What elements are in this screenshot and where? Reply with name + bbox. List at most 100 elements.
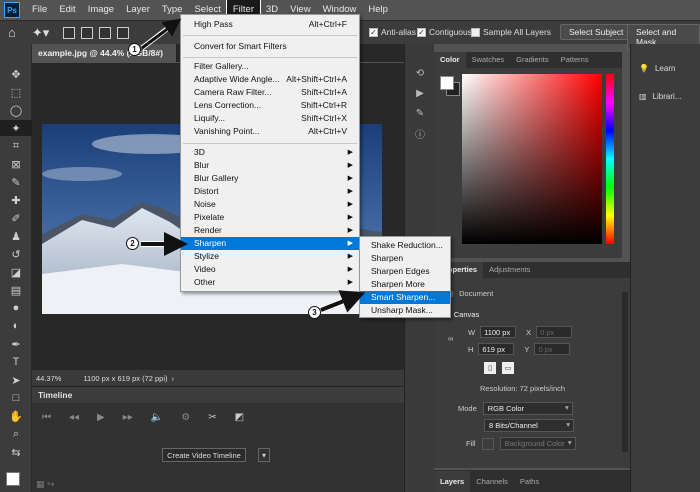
home-icon[interactable]: ⌂ (8, 25, 16, 40)
fill-color-swatch[interactable] (481, 437, 494, 450)
tab-gradients[interactable]: Gradients (510, 52, 555, 68)
brush-settings-icon[interactable]: ✎ (405, 104, 435, 122)
swap-colors-icon[interactable]: ⇆ (0, 444, 32, 460)
menu-item-3d[interactable]: 3D ▶ (181, 146, 359, 159)
color-picker-field[interactable] (462, 74, 602, 244)
blur-tool-icon[interactable]: ● (0, 300, 32, 316)
menu-edit[interactable]: Edit (53, 0, 81, 20)
menu-item-other[interactable]: Other ▶ (181, 276, 359, 289)
intersect-selection-icon[interactable] (117, 26, 130, 39)
next-frame-icon[interactable]: ▸▸ (123, 412, 133, 423)
menu-item-unsharp-mask[interactable]: Unsharp Mask... (360, 304, 450, 317)
landscape-orientation-icon[interactable]: ▭ (502, 362, 514, 374)
history-brush-icon[interactable]: ↺ (0, 246, 32, 262)
hue-slider[interactable] (606, 74, 614, 244)
properties-scrollbar[interactable] (622, 292, 628, 452)
menu-item-pixelate[interactable]: Pixelate ▶ (181, 211, 359, 224)
timeline-footer-icons[interactable]: ▦ ↪ (36, 479, 55, 490)
new-selection-icon[interactable] (63, 26, 76, 39)
marquee-tool-icon[interactable]: ⬚ (0, 84, 32, 100)
menu-item-blur[interactable]: Blur ▶ (181, 159, 359, 172)
menu-item-sharpen-edges[interactable]: Sharpen Edges (360, 265, 450, 278)
width-field[interactable]: 1100 px (480, 326, 517, 338)
settings-icon[interactable]: ⚙ (181, 412, 190, 423)
libraries-item[interactable]: ▥ Librari... (631, 82, 700, 110)
menu-item-shake-reduction[interactable]: Shake Reduction... (360, 239, 450, 252)
gradient-tool-icon[interactable]: ▤ (0, 282, 32, 298)
menu-item-sharpen-more[interactable]: Sharpen More (360, 278, 450, 291)
lasso-tool-icon[interactable]: ◯ (0, 102, 32, 118)
menu-item-render[interactable]: Render ▶ (181, 224, 359, 237)
eyedropper-tool-icon[interactable]: ✎ (0, 174, 32, 190)
learn-item[interactable]: 💡 Learn (631, 54, 700, 82)
stamp-tool-icon[interactable]: ♟ (0, 228, 32, 244)
menu-item-video[interactable]: Video ▶ (181, 263, 359, 276)
tab-color[interactable]: Color (434, 52, 466, 68)
tab-layers[interactable]: Layers (434, 470, 471, 492)
y-field[interactable]: 0 px (534, 343, 571, 355)
frame-tool-icon[interactable]: ⊠ (0, 156, 32, 172)
tab-patterns[interactable]: Patterns (555, 52, 595, 68)
split-icon[interactable]: ✂ (208, 412, 216, 423)
history-icon[interactable]: ⟲ (405, 64, 435, 82)
add-selection-icon[interactable] (81, 26, 94, 39)
crop-tool-icon[interactable]: ⌗ (0, 138, 32, 154)
menu-item-distort[interactable]: Distort ▶ (181, 185, 359, 198)
path-select-icon[interactable]: ➤ (0, 372, 32, 388)
select-subject-button[interactable]: Select Subject (560, 24, 633, 40)
fill-dropdown[interactable]: Background Color (499, 437, 576, 450)
menu-item-camera-raw[interactable]: Camera Raw Filter... Shift+Ctrl+A (181, 86, 359, 99)
chevron-down-icon[interactable]: ▾ (258, 448, 270, 462)
zoom-level[interactable]: 44.37% (36, 374, 61, 383)
subtract-selection-icon[interactable] (99, 26, 112, 39)
menu-item-sharpen[interactable]: Sharpen ▶ (181, 237, 359, 250)
mode-dropdown[interactable]: RGB Color (482, 402, 573, 415)
menu-item-convert-smart-filters[interactable]: Convert for Smart Filters (181, 40, 359, 53)
foreground-color-swatch[interactable] (6, 472, 20, 486)
anti-alias-option[interactable]: ✓ Anti-alias (369, 27, 416, 37)
play-icon[interactable]: ▶ (97, 412, 105, 423)
menu-item-sharpen-basic[interactable]: Sharpen (360, 252, 450, 265)
move-tool-icon[interactable]: ✥ (0, 66, 32, 82)
bit-depth-dropdown[interactable]: 8 Bits/Channel (484, 419, 574, 432)
audio-icon[interactable]: 🔈 (151, 412, 163, 423)
checkbox-icon[interactable] (471, 27, 480, 37)
checkbox-icon[interactable]: ✓ (417, 27, 426, 37)
transition-icon[interactable]: ◩ (235, 412, 244, 423)
create-video-timeline-button[interactable]: Create Video Timeline (162, 448, 246, 462)
menu-image[interactable]: Image (82, 0, 120, 20)
x-field[interactable]: 0 px (536, 326, 573, 338)
tab-adjustments[interactable]: Adjustments (483, 262, 536, 278)
menu-item-filter-gallery[interactable]: Filter Gallery... (181, 60, 359, 73)
eraser-tool-icon[interactable]: ◪ (0, 264, 32, 280)
actions-icon[interactable]: ▶ (405, 84, 435, 102)
dodge-tool-icon[interactable]: ◐ (0, 318, 32, 334)
magic-wand-tool-icon[interactable]: ✦ (0, 120, 32, 136)
contiguous-option[interactable]: ✓ Contiguous (417, 27, 472, 37)
hand-tool-icon[interactable]: ✋ (0, 408, 32, 424)
menu-file[interactable]: File (26, 0, 53, 20)
document-tab[interactable]: example.jpg @ 44.4% (RGB/8#) (32, 44, 177, 62)
menu-item-noise[interactable]: Noise ▶ (181, 198, 359, 211)
link-icon[interactable]: ∞ (448, 334, 453, 343)
height-field[interactable]: 619 px (478, 343, 515, 355)
menu-help[interactable]: Help (362, 0, 394, 20)
menu-layer[interactable]: Layer (120, 0, 156, 20)
tab-swatches[interactable]: Swatches (466, 52, 511, 68)
checkbox-icon[interactable]: ✓ (369, 27, 378, 37)
pen-tool-icon[interactable]: ✒ (0, 336, 32, 352)
previous-frame-icon[interactable]: ◂◂ (69, 412, 79, 423)
foreground-swatch[interactable] (440, 76, 454, 90)
menu-item-smart-sharpen[interactable]: Smart Sharpen... (360, 291, 450, 304)
menu-item-blur-gallery[interactable]: Blur Gallery ▶ (181, 172, 359, 185)
menu-item-adaptive-wide-angle[interactable]: Adaptive Wide Angle... Alt+Shift+Ctrl+A (181, 73, 359, 86)
healing-tool-icon[interactable]: ✚ (0, 192, 32, 208)
info-icon[interactable]: ⓘ (405, 124, 435, 142)
rectangle-tool-icon[interactable]: □ (0, 390, 32, 406)
go-to-first-frame-icon[interactable]: ⏮ (42, 412, 51, 423)
menu-item-liquify[interactable]: Liquify... Shift+Ctrl+X (181, 112, 359, 125)
zoom-tool-icon[interactable]: ⌕ (0, 426, 32, 442)
sample-all-option[interactable]: Sample All Layers (471, 27, 551, 37)
menu-item-lens-correction[interactable]: Lens Correction... Shift+Ctrl+R (181, 99, 359, 112)
tab-channels[interactable]: Channels (470, 471, 514, 492)
